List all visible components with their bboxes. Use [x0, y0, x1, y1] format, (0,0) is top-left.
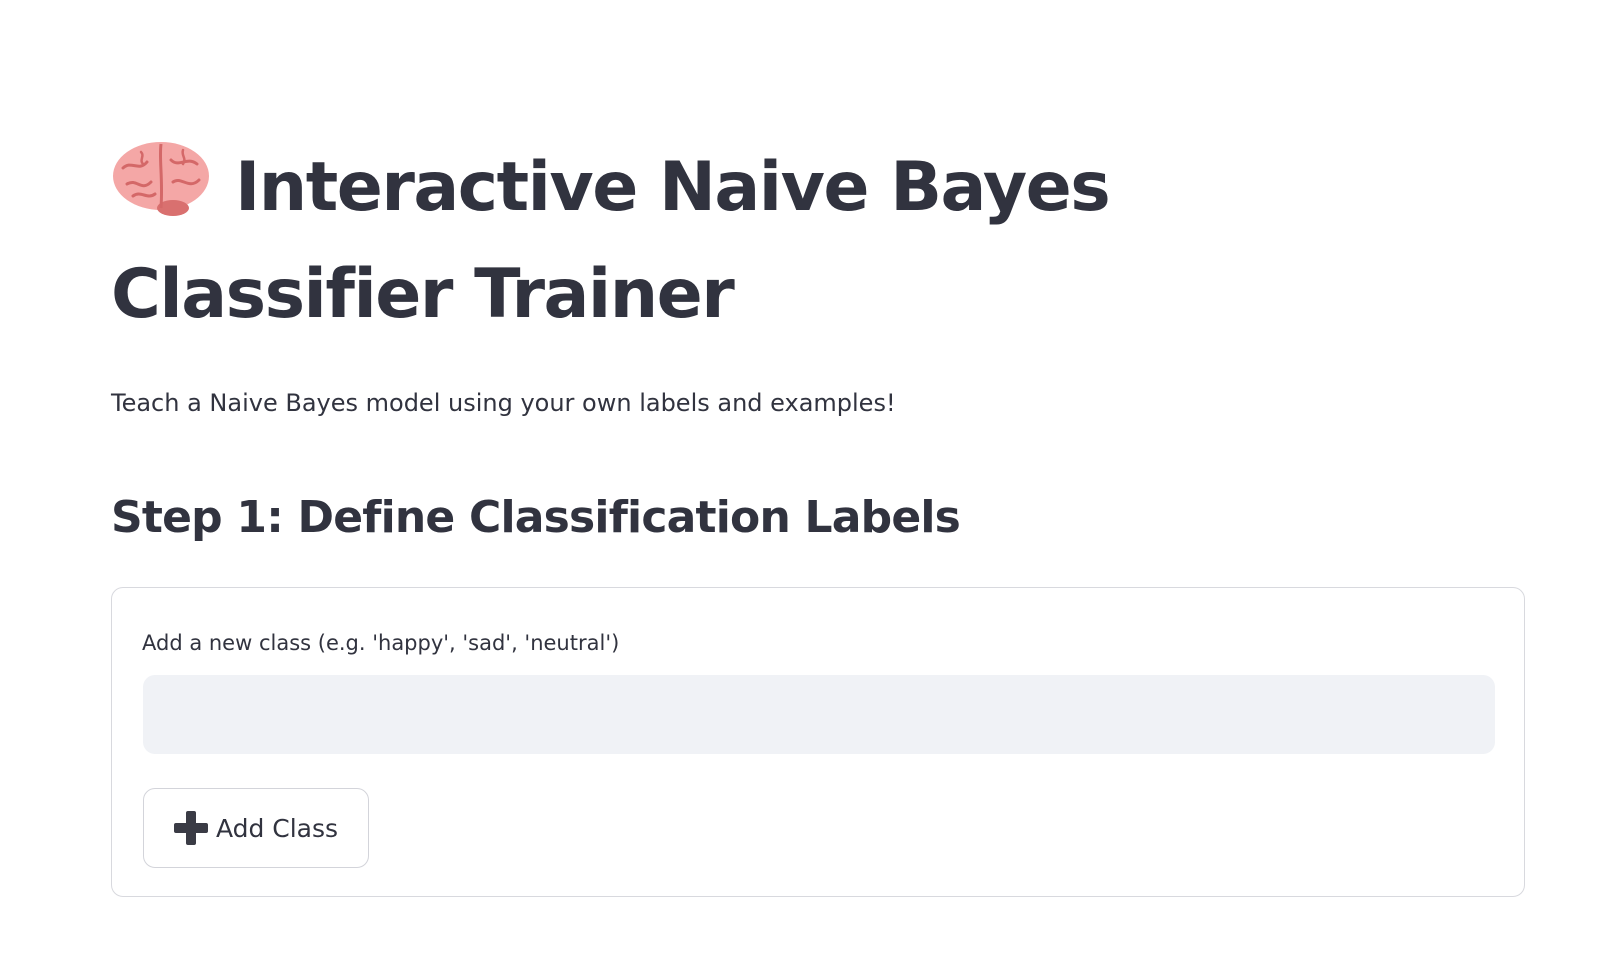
- add-class-button-label: Add Class: [215, 813, 339, 843]
- new-class-input[interactable]: [143, 675, 1495, 754]
- add-class-form: Add a new class (e.g. 'happy', 'sad', 'n…: [111, 587, 1525, 897]
- page-subtitle: Teach a Naive Bayes model using your own…: [111, 389, 896, 417]
- plus-icon: [173, 811, 208, 845]
- page-title: Interactive Naive Bayes Classifier Train…: [111, 134, 1261, 348]
- step1-heading: Step 1: Define Classification Labels: [111, 492, 961, 543]
- page-title-text: Interactive Naive Bayes Classifier Train…: [111, 148, 1111, 334]
- brain-icon: [111, 138, 211, 218]
- add-class-button[interactable]: Add Class: [143, 788, 369, 868]
- new-class-label: Add a new class (e.g. 'happy', 'sad', 'n…: [142, 631, 620, 655]
